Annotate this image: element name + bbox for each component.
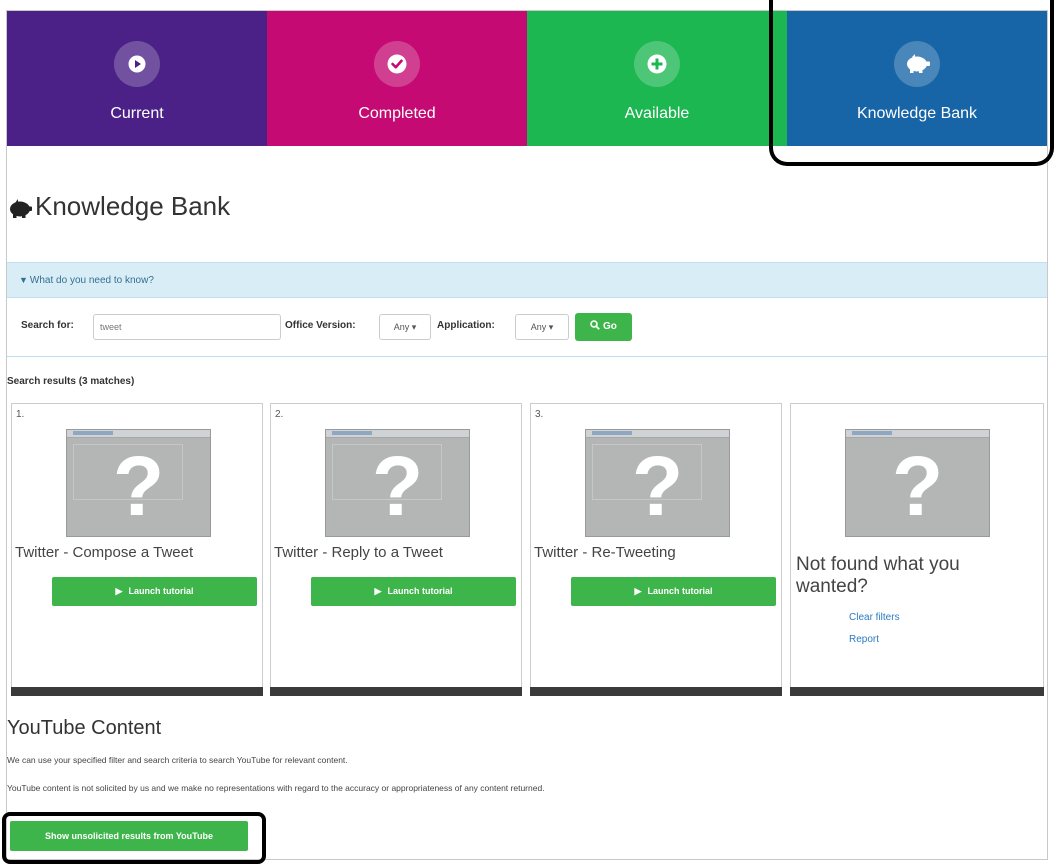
result-number: 1. [16,409,25,420]
launch-tutorial-button[interactable]: ▶ Launch tutorial [571,577,776,606]
tutorial-thumbnail[interactable]: ? [325,429,470,537]
play-icon: ▶ [374,586,382,596]
tutorial-thumbnail[interactable]: ? [585,429,730,537]
search-icon [590,320,603,332]
tab-current-label: Current [110,105,164,122]
not-found-card: ? Not found what you wanted? Clear filte… [790,403,1044,696]
search-bar: Search for: Office Version: Any ▾ Applic… [7,299,1047,357]
play-icon: ▶ [634,586,642,596]
launch-tutorial-button[interactable]: ▶ Launch tutorial [52,577,257,606]
launch-tutorial-label: Launch tutorial [128,586,194,596]
go-button[interactable]: Go [575,313,632,341]
question-mark-icon: ? [112,439,165,533]
placeholder-thumbnail: ? [845,429,990,537]
result-title[interactable]: Twitter - Compose a Tweet [15,544,193,561]
search-input[interactable] [93,314,281,340]
clear-filters-link[interactable]: Clear filters [849,612,900,623]
plus-icon [634,41,680,87]
tab-completed[interactable]: Completed [267,11,527,146]
tab-available[interactable]: Available [527,11,787,146]
office-version-select[interactable]: Any ▾ [379,314,431,340]
report-link[interactable]: Report [849,634,879,645]
not-found-title: Not found what you wanted? [796,554,960,597]
youtube-description: We can use your specified filter and sea… [7,755,348,765]
office-version-value: Any [393,322,410,332]
app-frame: Current Completed Available Knowledge Ba… [6,10,1048,860]
page-title: Knowledge Bank [7,191,230,222]
application-value: Any [530,322,547,332]
result-card: 2. ? Twitter - Reply to a Tweet ▶ Launch … [270,403,522,696]
question-mark-icon: ? [891,439,944,533]
piggy-bank-icon [7,196,33,218]
tab-current[interactable]: Current [7,11,267,146]
page-title-text: Knowledge Bank [35,191,231,221]
results-count: Search results (3 matches) [7,376,135,387]
result-title[interactable]: Twitter - Re-Tweeting [534,544,676,561]
tab-available-label: Available [624,105,690,122]
application-label: Application: [437,320,495,331]
check-icon [374,41,420,87]
search-for-label: Search for: [21,320,74,331]
tab-knowledge-bank-label: Knowledge Bank [856,105,978,122]
youtube-section-title: YouTube Content [7,717,162,739]
go-label: Go [602,321,617,332]
caret-down-icon: ▾ [411,322,417,332]
tab-knowledge-bank[interactable]: Knowledge Bank [787,11,1047,146]
result-card: 3. ? Twitter - Re-Tweeting ▶ Launch tutor… [530,403,782,696]
caret-down-icon: ▾ [548,322,554,332]
youtube-disclaimer: YouTube content is not solicited by us a… [7,783,545,793]
chevron-down-icon: ▼ [19,275,28,285]
launch-tutorial-label: Launch tutorial [387,586,453,596]
result-title[interactable]: Twitter - Reply to a Tweet [274,544,443,561]
panel-toggle-label: What do you need to know? [29,274,154,286]
card-footer-bar [790,687,1044,696]
play-icon [114,41,160,87]
piggy-bank-icon [894,41,940,87]
tutorial-thumbnail[interactable]: ? [66,429,211,537]
panel-toggle[interactable]: ▼ What do you need to know? [7,262,1047,298]
play-icon: ▶ [115,586,123,596]
card-footer-bar [11,687,263,696]
result-number: 2. [275,409,284,420]
result-number: 3. [535,409,544,420]
result-card: 1. ? Twitter - Compose a Tweet ▶ Launch t… [11,403,263,696]
question-mark-icon: ? [631,439,684,533]
tab-completed-label: Completed [358,105,436,122]
application-select[interactable]: Any ▾ [515,314,569,340]
launch-tutorial-label: Launch tutorial [647,586,713,596]
card-footer-bar [530,687,782,696]
card-footer-bar [270,687,522,696]
tile-nav: Current Completed Available Knowledge Ba… [7,11,1047,146]
office-version-label: Office Version: [285,320,356,331]
show-youtube-results-button[interactable]: Show unsolicited results from YouTube [10,821,248,851]
question-mark-icon: ? [371,439,424,533]
launch-tutorial-button[interactable]: ▶ Launch tutorial [311,577,516,606]
